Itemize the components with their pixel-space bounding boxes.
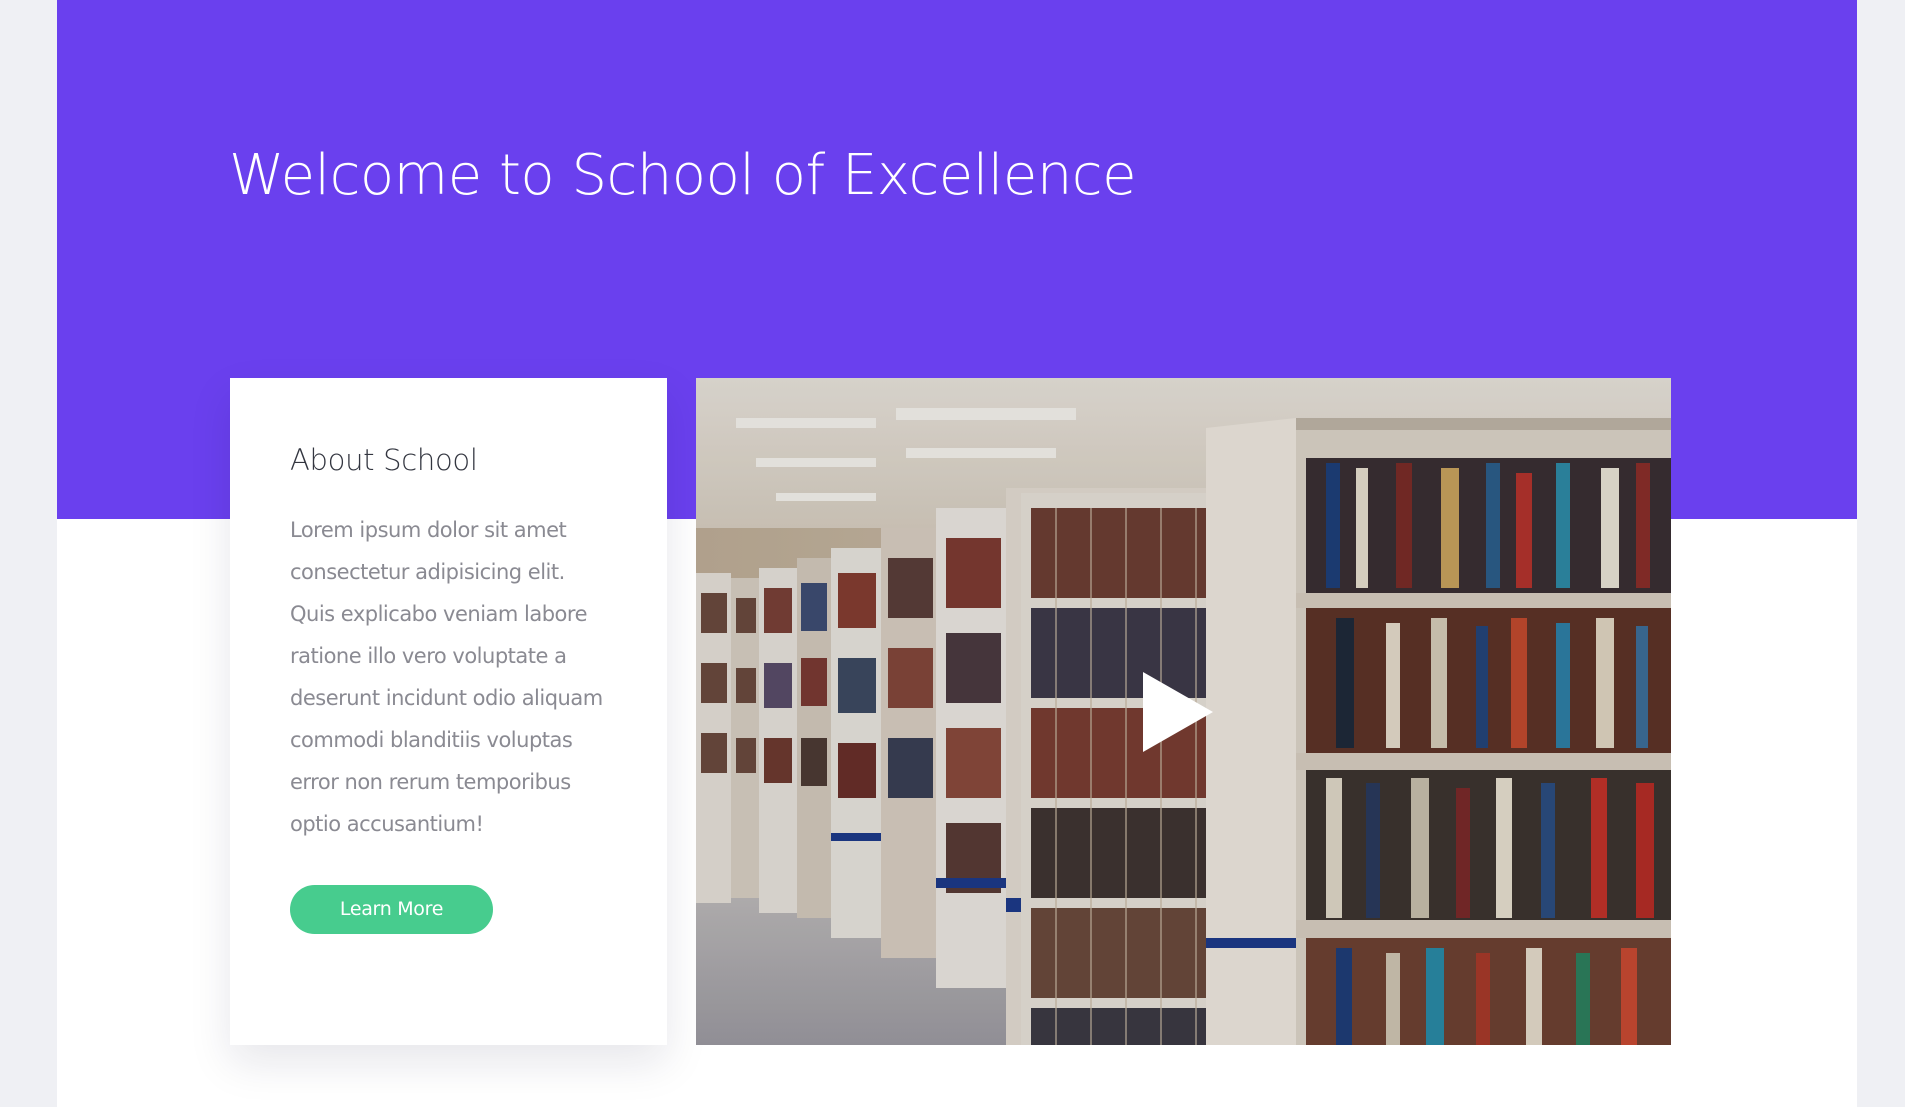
hero-title: Welcome to School of Excellence — [229, 143, 1137, 208]
about-text: Lorem ipsum dolor sit amet consectetur a… — [290, 518, 603, 836]
learn-more-button[interactable]: Learn More — [290, 885, 493, 934]
about-card: About School Lorem ipsum dolor sit amet … — [230, 378, 667, 1045]
about-title: About School — [290, 443, 478, 477]
play-icon[interactable] — [1143, 672, 1213, 752]
video-thumbnail[interactable] — [696, 378, 1671, 1045]
page: Welcome to School of Excellence About Sc… — [57, 0, 1857, 1107]
